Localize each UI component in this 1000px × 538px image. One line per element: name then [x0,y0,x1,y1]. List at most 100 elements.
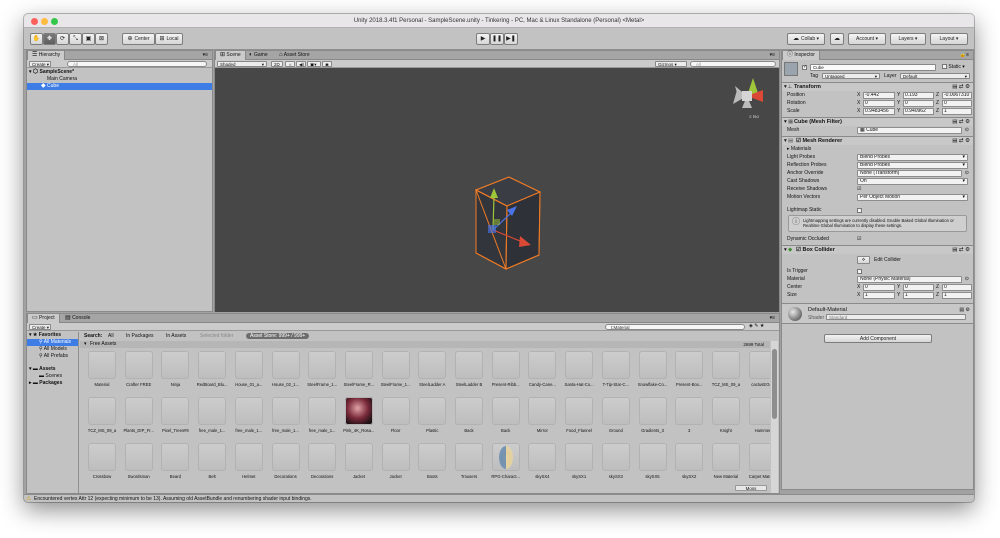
tab-inspector[interactable]: ⓘ Inspector [782,51,820,60]
asset-thumbnail[interactable] [344,351,373,379]
rotation-y-value[interactable]: 0 [903,99,934,107]
asset-thumbnail[interactable] [455,443,483,471]
asset-thumbnail[interactable] [528,397,557,425]
asset-thumbnail[interactable] [711,351,740,379]
asset-thumbnail[interactable] [234,397,263,425]
pivot-center-toggle[interactable]: ⊕ Center [122,33,155,45]
favorites-row[interactable]: ▾ ★ Favorites [27,332,78,339]
panel-menu-icon[interactable]: ▾≡ [770,314,775,323]
status-message[interactable]: Encountered vertex Attr 12 (expecting mi… [34,496,312,502]
scene-viewport[interactable]: ≡ Iso [215,68,779,312]
asset-thumbnail[interactable] [88,397,116,425]
edit-collider-button[interactable]: ⟡ [857,256,870,264]
asset-thumbnail[interactable] [234,443,263,471]
mesh-renderer-header[interactable]: ▾ ▤ ☑ Mesh Renderer ▤ ⇄ ⚙ [782,136,973,145]
scene-search-input[interactable]: All [690,61,776,67]
account-dropdown[interactable]: Account ▾ [848,33,886,45]
scale-x-value[interactable]: 0.9483456 [863,107,895,115]
tab-console[interactable]: ▤ Console [61,314,94,323]
asset-thumbnail[interactable] [675,443,704,471]
size-z-value[interactable]: 1 [942,291,972,299]
scale-y[interactable]: Y 0.940962 [897,107,934,115]
collider-enabled-check-icon[interactable]: ☑ [796,247,801,253]
position-x[interactable]: X -0.442 [857,91,895,99]
asset-thumbnail[interactable] [124,351,153,379]
material-section[interactable]: Default-Material Shader Standard ▤ ⚙ [782,303,973,324]
asset-thumbnail[interactable] [455,397,483,425]
packages-folder-row[interactable]: ▸ ▬ Packages [27,380,78,387]
asset-thumbnail[interactable] [381,397,410,425]
asset-thumbnail[interactable] [381,443,410,471]
asset-thumbnail[interactable] [491,397,520,425]
light-probes-dropdown[interactable]: Blend Probes ▾ [857,153,968,161]
anchor-override-field[interactable]: None (Transform) [857,169,962,177]
rotation-z-value[interactable]: 0 [942,99,972,107]
hand-tool-button[interactable]: ✋ [30,33,43,45]
asset-thumbnail[interactable] [271,351,300,379]
asset-thumbnail[interactable] [418,397,447,425]
size-x[interactable]: X1 [857,291,895,299]
asset-grid-scrollbar[interactable] [771,341,778,493]
scene-orientation-gizmo[interactable] [733,78,763,108]
layout-dropdown[interactable]: Layout ▾ [930,33,968,45]
tab-game[interactable]: ◐ Game [245,51,272,60]
asset-thumbnail[interactable] [601,443,630,471]
asset-thumbnail[interactable] [88,351,116,379]
collider-material-field[interactable]: None (Physic Material) [857,275,962,283]
component-menu-icon[interactable]: ▤ ⚙ [959,307,970,313]
asset-thumbnail[interactable] [198,397,227,425]
receive-shadows-checkbox[interactable]: ☑ [857,185,861,193]
tag-dropdown[interactable]: Untagged ▾ [822,73,880,79]
hierarchy-search-input[interactable]: All [67,61,207,67]
effects-dropdown[interactable]: ▣▾ [307,61,321,67]
asset-thumbnail[interactable] [711,443,740,471]
asset-thumbnail[interactable] [748,397,770,425]
rect-tool-button[interactable]: ▣ [82,33,95,45]
center-z-value[interactable]: 0 [942,283,972,291]
mesh-field[interactable]: ▦ Cube [857,126,962,134]
asset-thumbnail[interactable] [124,443,153,471]
scenes-folder-row[interactable]: ▬ Scenes [27,373,78,380]
asset-thumbnail[interactable] [455,351,483,379]
shading-mode-dropdown[interactable]: Shaded ▾ [217,61,267,67]
scope-selected-folder[interactable]: Selected folder [200,332,233,340]
asset-thumbnail[interactable] [161,443,190,471]
scale-y-value[interactable]: 0.940962 [903,107,934,115]
object-picker-icon[interactable]: ⊙ [965,169,969,177]
projection-label[interactable]: ≡ Iso [749,114,759,119]
center-x[interactable]: X0 [857,283,895,291]
tab-hierarchy[interactable]: ☰ Hierarchy [27,51,66,60]
asset-thumbnail[interactable] [601,397,630,425]
close-window-button[interactable] [31,17,38,25]
asset-thumbnail[interactable] [161,351,190,379]
project-search-input[interactable]: t:Material [605,324,745,330]
hierarchy-item-main-camera[interactable]: Main Camera [27,76,212,83]
scope-in-assets[interactable]: In Assets [166,332,186,340]
component-menu-icon[interactable]: ▤ ⇄ ⚙ [952,246,970,255]
pause-button[interactable]: ❚❚ [490,33,504,45]
center-y-value[interactable]: 0 [903,283,934,291]
asset-thumbnail[interactable] [748,351,770,379]
hierarchy-item-cube[interactable]: ◆ Cube [27,83,212,90]
lighting-toggle[interactable]: ☼ [285,61,295,67]
scene-visibility-toggle[interactable]: ◉ [322,61,332,67]
move-tool-button[interactable]: ✥ [43,33,56,45]
scale-z[interactable]: Z1 [936,107,972,115]
scale-x[interactable]: X 0.9483456 [857,107,895,115]
materials-row[interactable]: ▸ Materials [784,145,970,153]
asset-thumbnail[interactable] [234,351,263,379]
hierarchy-create-dropdown[interactable]: Create ▾ [29,61,51,67]
asset-thumbnail[interactable] [491,443,520,471]
cloud-services-button[interactable]: ☁ [830,33,844,45]
asset-thumbnail[interactable] [528,351,557,379]
pivot-rotation-toggle[interactable]: ⊞ Local [155,33,183,45]
asset-thumbnail[interactable] [308,443,337,471]
asset-thumbnail[interactable] [528,443,557,471]
cube-object[interactable] [474,176,542,270]
moss-asset-bar[interactable]: Moss [735,485,767,491]
center-z[interactable]: Z0 [936,283,972,291]
dynamic-occluded-checkbox[interactable]: ☑ [857,235,861,243]
tab-scene[interactable]: ⊞ Scene [215,51,246,60]
scene-root-row[interactable]: ▾ ⬡ SampleScene* [27,69,212,76]
scope-all[interactable]: All [108,332,114,340]
